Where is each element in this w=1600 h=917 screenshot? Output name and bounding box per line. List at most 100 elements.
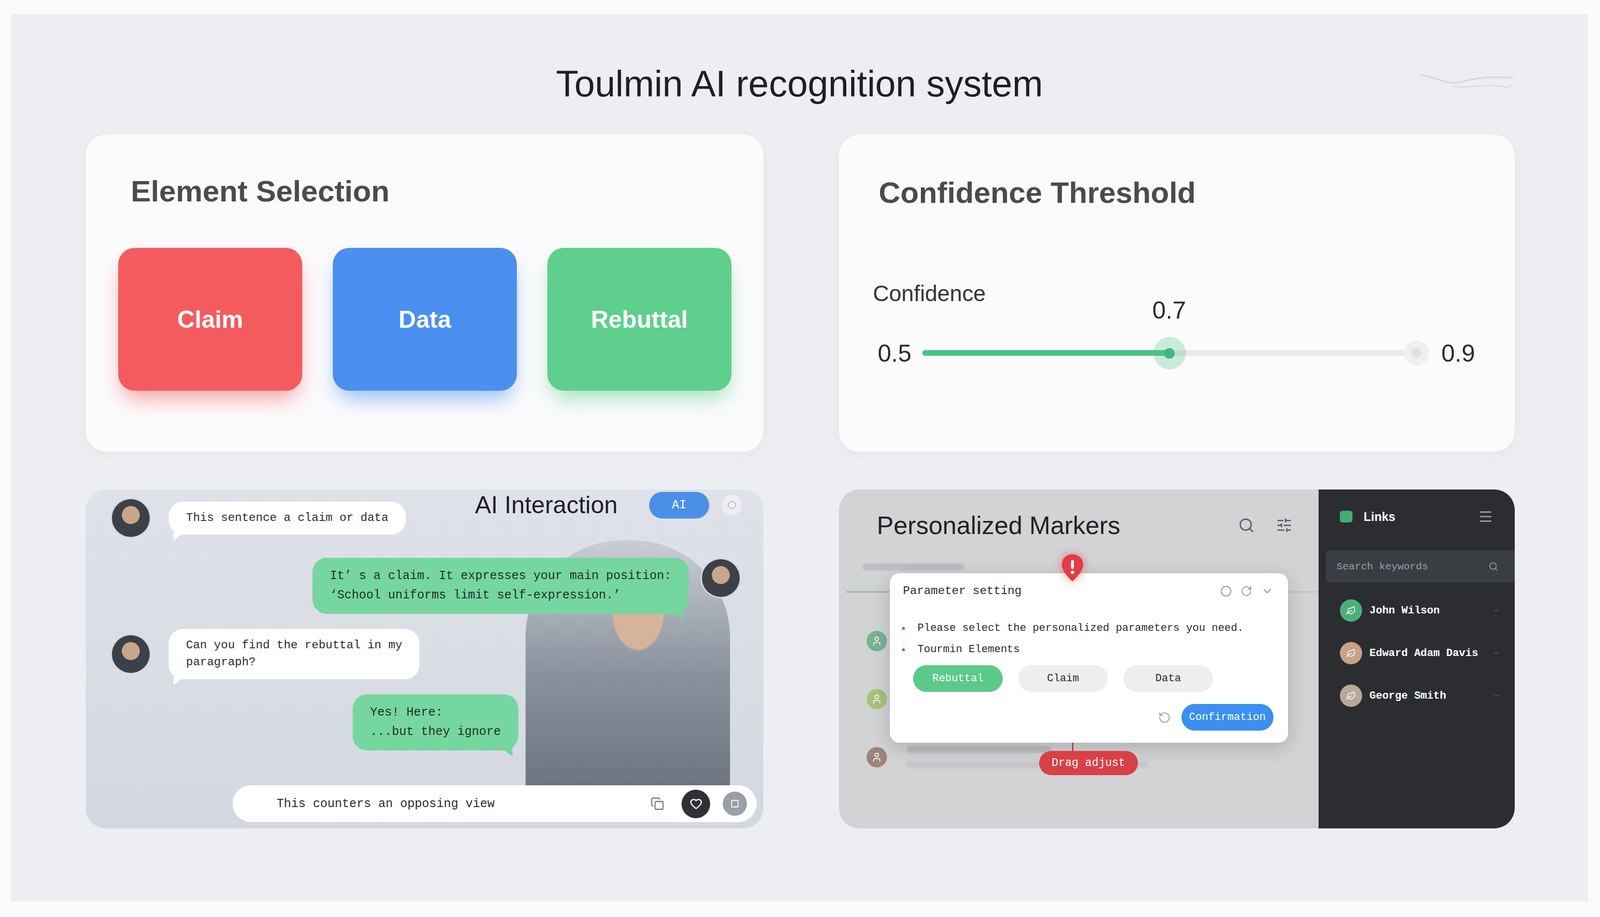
ai-interaction-panel: This sentence a claim or data AI Interact… [85,489,764,829]
contact-list: John Wilson Edward Adam Davis George Smith [1318,589,1515,718]
panel-title: AI Interaction [474,491,618,519]
contact-name: John Wilson [1369,605,1440,618]
settings-icon[interactable] [721,495,743,516]
slider-fill [922,350,1170,357]
markers-header: Personalized Markers [838,489,1319,541]
user-avatar [700,558,742,599]
contact-name: Edward Adam Davis [1369,647,1478,660]
copy-icon[interactable] [647,794,668,814]
message-input[interactable]: This counters an opposing view [232,785,757,823]
bubble-line: Can you find the rebuttal in my [186,637,403,655]
ai-message-row: Yes! Here:...but they ignore [85,694,764,751]
slider-row: 0.5 0.7 0.9 [838,337,1515,370]
slider-value: 0.7 [1152,297,1187,325]
panel-title: Personalized Markers [876,510,1121,541]
contact-row[interactable]: Edward Adam Davis [1318,632,1515,675]
element-button[interactable]: Claim [118,248,303,391]
card-title: Element Selection [130,173,764,210]
dialog-footer: Confirmation [889,704,1274,731]
ai-bubble: It’ s a claim. It expresses your main po… [312,558,689,615]
bubble-line: paragraph? [186,654,403,672]
contact-row[interactable]: George Smith [1318,674,1515,718]
bullet-dot [901,627,905,631]
marker-icon [866,747,887,768]
message-list: It’ s a claim. It expresses your main po… [85,558,764,751]
contact-avatar [1339,599,1363,622]
dialog-header: Parameter setting [889,584,1274,599]
dialog-icons [1220,585,1274,598]
bubble-line: ‘School uniforms limit self-expression.’ [329,586,672,606]
search-field[interactable]: Search keywords [1325,550,1515,583]
dashboard-grid: Element SelectionClaimDataRebuttalConfid… [11,134,1588,829]
input-text: This counters an opposing view [276,797,648,812]
header-icons [1238,517,1293,534]
contact-more[interactable] [1494,610,1499,612]
user-avatar [110,497,152,539]
search-placeholder: Search keywords [1336,561,1489,573]
slider-thumb[interactable] [1153,337,1186,370]
bubble-line: It’ s a claim. It expresses your main po… [329,566,672,587]
drag-line [1071,741,1074,753]
confidence-label: Confidence [872,280,1515,308]
marker-icon [866,689,887,710]
element-selection-card: Element Selection ClaimDataRebuttal [85,134,764,452]
page-title: Toulmin AI recognition system [556,61,1043,106]
element-button[interactable]: Rebuttal [547,248,732,391]
contact-more[interactable] [1494,695,1499,697]
confidence-slider[interactable]: 0.7 [922,337,1417,370]
slider-min: 0.5 [877,339,912,369]
tab-placeholder [862,563,964,571]
dialog-group: Tourmin Elements [889,643,1274,657]
ai-bubble: Yes! Here:...but they ignore [352,694,519,751]
user-message-row: Can you find the rebuttal in myparagraph… [85,629,764,680]
option-chip[interactable]: Data [1123,665,1213,693]
dialog-prompt: Please select the personalized parameter… [889,621,1274,636]
text-placeholder [906,746,1052,754]
links-sidebar: Links Search keywords John Wilson Edward Ad… [1318,489,1515,829]
contact-row[interactable]: John Wilson [1318,589,1515,633]
sidebar-header: Links [1318,489,1515,525]
stop-icon[interactable] [722,792,747,817]
option-chip[interactable]: Claim [1018,665,1108,693]
heart-icon[interactable] [681,790,711,819]
ai-header: AI Interaction AI [474,489,764,519]
bubble-line: This sentence a claim or data [186,510,389,528]
card-title: Confidence Threshold [878,174,1515,211]
filter-icon[interactable] [1275,517,1293,534]
ai-badge[interactable]: AI [649,492,710,519]
minimize-icon[interactable] [1220,585,1232,598]
confirm-button[interactable]: Confirmation [1181,704,1274,731]
search-icon[interactable] [1488,561,1499,572]
personalized-markers-panel: Personalized Markers Parameter setting Ple… [838,489,1515,829]
sidebar-title: Links [1363,509,1396,525]
parameter-dialog: Parameter setting Please select the perso… [889,573,1289,744]
chevron-down-icon[interactable] [1260,585,1274,598]
pin-icon[interactable] [1058,553,1087,583]
dialog-title: Parameter setting [902,584,1022,599]
confidence-card: Confidence Threshold Confidence 0.5 0.7 0.9 [838,134,1515,452]
menu-icon[interactable] [1477,509,1494,525]
option-chip[interactable]: Rebuttal [913,665,1003,693]
refresh-icon[interactable] [1240,585,1253,598]
drag-adjust-handle[interactable]: Drag adjust [1039,751,1138,776]
title-bar: Toulmin AI recognition system [11,14,1588,106]
user-avatar [110,634,152,675]
bubble-line: Yes! Here: [370,703,501,723]
app-frame: Toulmin AI recognition system Element Sel… [11,14,1588,902]
marker-icon [866,631,887,652]
reset-icon[interactable] [1158,711,1171,725]
decoration-icon [1418,71,1516,93]
links-icon [1339,511,1353,523]
bubble-line: ...but they ignore [370,722,501,743]
contact-name: George Smith [1369,690,1446,703]
slider-end [1403,340,1430,366]
user-bubble: Can you find the rebuttal in myparagraph… [168,629,420,680]
contact-avatar [1339,684,1363,708]
search-icon[interactable] [1238,517,1255,534]
option-chips: Rebuttal Claim Data [889,665,1274,693]
user-bubble: This sentence a claim or data [168,501,406,536]
contact-more[interactable] [1494,652,1499,654]
ai-message-row: It’ s a claim. It expresses your main po… [85,558,764,615]
slider-max: 0.9 [1441,339,1476,369]
element-button[interactable]: Data [332,248,517,391]
